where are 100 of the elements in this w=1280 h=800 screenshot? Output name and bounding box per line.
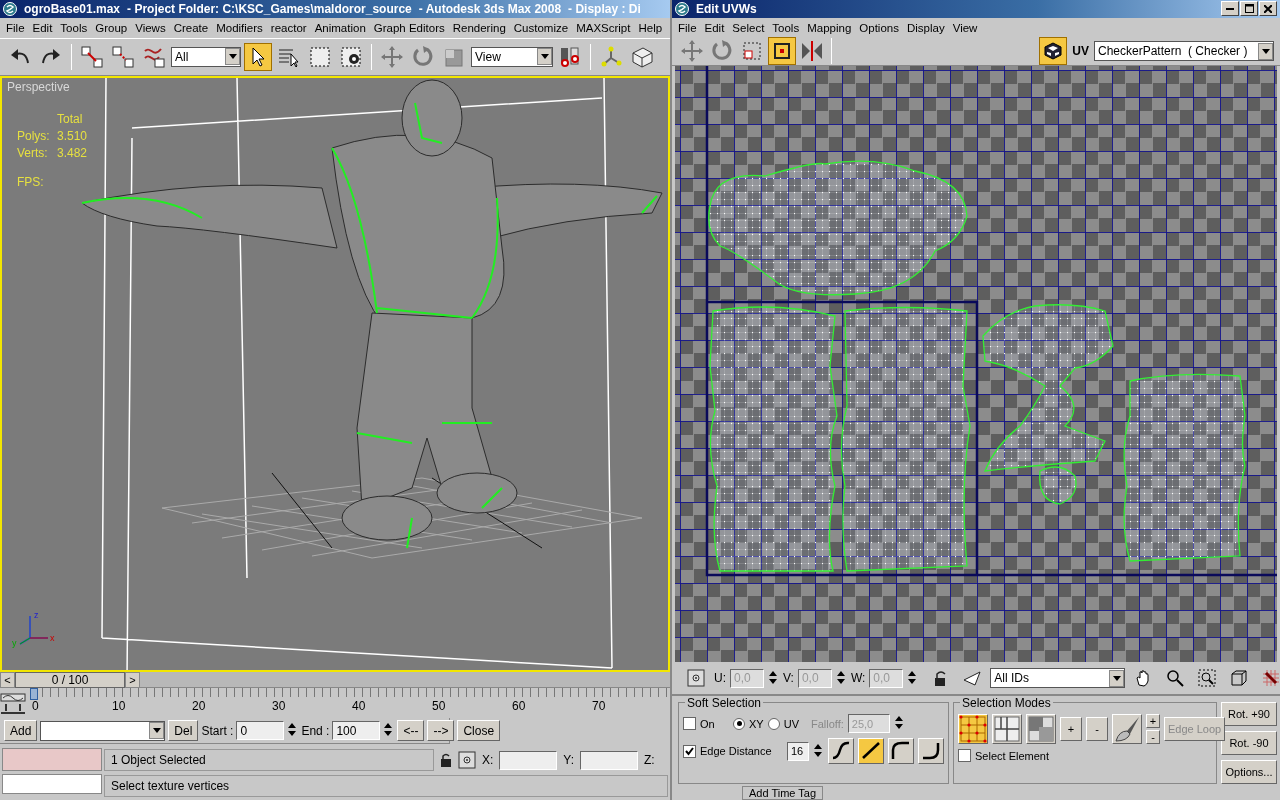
time-tag-button[interactable]: Add Time Tag — [742, 786, 824, 800]
app-logo-icon — [3, 1, 17, 16]
stats-label: Polys: — [17, 128, 51, 143]
menu-item[interactable]: Options — [855, 20, 903, 35]
menu-item[interactable]: Edit — [28, 20, 57, 35]
checkbox[interactable]: On — [683, 717, 729, 730]
select-tool-button[interactable] — [244, 42, 272, 71]
edge-mode-button[interactable] — [992, 714, 1022, 744]
dropdown-arrow-icon — [1112, 675, 1121, 681]
menu-item[interactable]: Tools — [56, 20, 92, 35]
add-button[interactable]: Add — [4, 720, 38, 742]
falloff-curve-button[interactable] — [888, 738, 914, 764]
start-field[interactable]: 0 — [236, 721, 285, 741]
window-title-text: - Display : Di — [568, 1, 641, 16]
menu-item[interactable]: reactor — [266, 20, 311, 35]
check-icon — [685, 746, 694, 756]
paint-size-down-button[interactable]: - — [1146, 730, 1160, 744]
falloff-curve-button[interactable] — [918, 738, 944, 764]
padlock-icon — [933, 670, 948, 687]
menu-item[interactable]: MAXScript — [572, 20, 635, 35]
menu-item[interactable]: Group — [91, 20, 132, 35]
frame-number: 40 — [352, 699, 367, 716]
maximize-button[interactable] — [1240, 1, 1258, 17]
delete-button[interactable]: Del — [168, 720, 199, 742]
menu-item[interactable]: Customize — [509, 20, 573, 35]
unlinked-squares-icon — [111, 44, 135, 69]
time-slider-track[interactable]: < 0 / 100 > — [0, 672, 670, 689]
coordinate-field[interactable] — [580, 750, 639, 770]
paint-select-button[interactable] — [1112, 714, 1142, 744]
paint-size-up-button[interactable]: + — [1146, 714, 1160, 728]
options-button[interactable]: Options... — [1221, 760, 1277, 784]
minimize-button[interactable] — [1221, 1, 1239, 17]
dropdown-arrow-icon — [152, 728, 161, 734]
menu-item[interactable]: Mapping — [803, 20, 856, 35]
menu-item[interactable]: Help — [634, 20, 667, 35]
menu-item[interactable]: File — [2, 20, 29, 35]
curve-editor-icon[interactable] — [0, 692, 26, 715]
uv-checker-canvas[interactable] — [675, 65, 1277, 663]
id-filter-dropdown[interactable]: All IDs — [990, 668, 1126, 689]
menu-item[interactable]: View — [948, 20, 982, 35]
dotted-rectangle-icon — [308, 44, 332, 69]
forward-button[interactable]: --> — [427, 720, 455, 742]
falloff-curve-button[interactable] — [858, 738, 884, 764]
spinner-arrows-icon[interactable] — [893, 714, 904, 731]
target-box-icon[interactable] — [458, 751, 476, 769]
grow-selection-button[interactable]: + — [1060, 717, 1082, 741]
checkbox[interactable]: Select Element — [958, 749, 1049, 762]
menu-item[interactable]: Edit — [700, 20, 729, 35]
hook-curve-icon — [920, 740, 942, 762]
menu-item[interactable]: Graph Editors — [369, 20, 449, 35]
falloff-curve-button[interactable] — [828, 738, 854, 764]
face-mode-button[interactable] — [1026, 714, 1056, 744]
distance-field[interactable]: 16 — [787, 741, 809, 761]
checkbox[interactable]: Edge Distance — [683, 744, 783, 758]
menu-item[interactable]: Views — [131, 20, 170, 35]
linked-squares-icon — [80, 44, 104, 69]
dropdown-arrow-icon — [1261, 48, 1270, 54]
circular-arrow-icon — [411, 44, 435, 69]
vertex-mode-button[interactable] — [958, 714, 988, 744]
close-icon — [1264, 4, 1272, 13]
arc-curve-icon — [890, 740, 912, 762]
rotate-counterclockwise-button[interactable]: Rot. -90 — [1221, 731, 1277, 755]
target-box-icon — [687, 669, 705, 688]
close-button[interactable]: Close — [457, 720, 501, 742]
close-button[interactable] — [1259, 1, 1277, 17]
end-field[interactable]: 100 — [332, 721, 381, 741]
dropdown-field[interactable]: View — [471, 46, 553, 67]
shrink-selection-button[interactable]: - — [1086, 717, 1108, 741]
menu-item[interactable]: Tools — [768, 20, 804, 35]
rotate-clockwise-button[interactable]: Rot. +90 — [1221, 702, 1277, 726]
menu-item[interactable]: Animation — [310, 20, 370, 35]
menu-item[interactable]: Create — [169, 20, 213, 35]
color-swatch[interactable] — [2, 748, 102, 771]
menu-item[interactable]: Rendering — [448, 20, 510, 35]
current-frame-marker[interactable] — [30, 688, 38, 701]
four-way-arrow-icon — [380, 44, 404, 69]
next-frame-button[interactable]: > — [125, 672, 140, 689]
color-swatch[interactable] — [2, 774, 102, 794]
frame-number: 30 — [272, 699, 287, 716]
coordinate-field[interactable] — [499, 750, 558, 770]
face-grid-icon — [1027, 715, 1055, 743]
dropdown-field[interactable]: All — [171, 46, 241, 67]
checker-map-button[interactable] — [1039, 37, 1068, 66]
back-button[interactable]: <-- — [397, 720, 425, 742]
previous-frame-button[interactable]: < — [0, 672, 15, 689]
window-title-text: ogroBase01.max — [24, 1, 121, 16]
radio-button[interactable]: UV — [767, 717, 799, 730]
frame-number: 60 — [512, 699, 527, 716]
menu-item[interactable]: Display — [902, 20, 949, 35]
menu-item[interactable]: Modifiers — [212, 20, 267, 35]
freeform-tool-button[interactable] — [768, 37, 796, 66]
texture-dropdown[interactable]: CheckerPattern ( Checker ) — [1094, 41, 1274, 62]
radio-button[interactable]: XY — [733, 717, 764, 730]
uv-mode-label[interactable]: UV — [1069, 44, 1092, 59]
padlock-icon[interactable] — [440, 753, 452, 767]
menu-item[interactable]: File — [674, 20, 701, 35]
time-tag-dropdown[interactable] — [40, 720, 166, 741]
checkered-cube-icon — [1043, 41, 1064, 62]
time-slider-thumb[interactable]: 0 / 100 — [15, 672, 125, 689]
menu-item[interactable]: Select — [728, 20, 769, 35]
